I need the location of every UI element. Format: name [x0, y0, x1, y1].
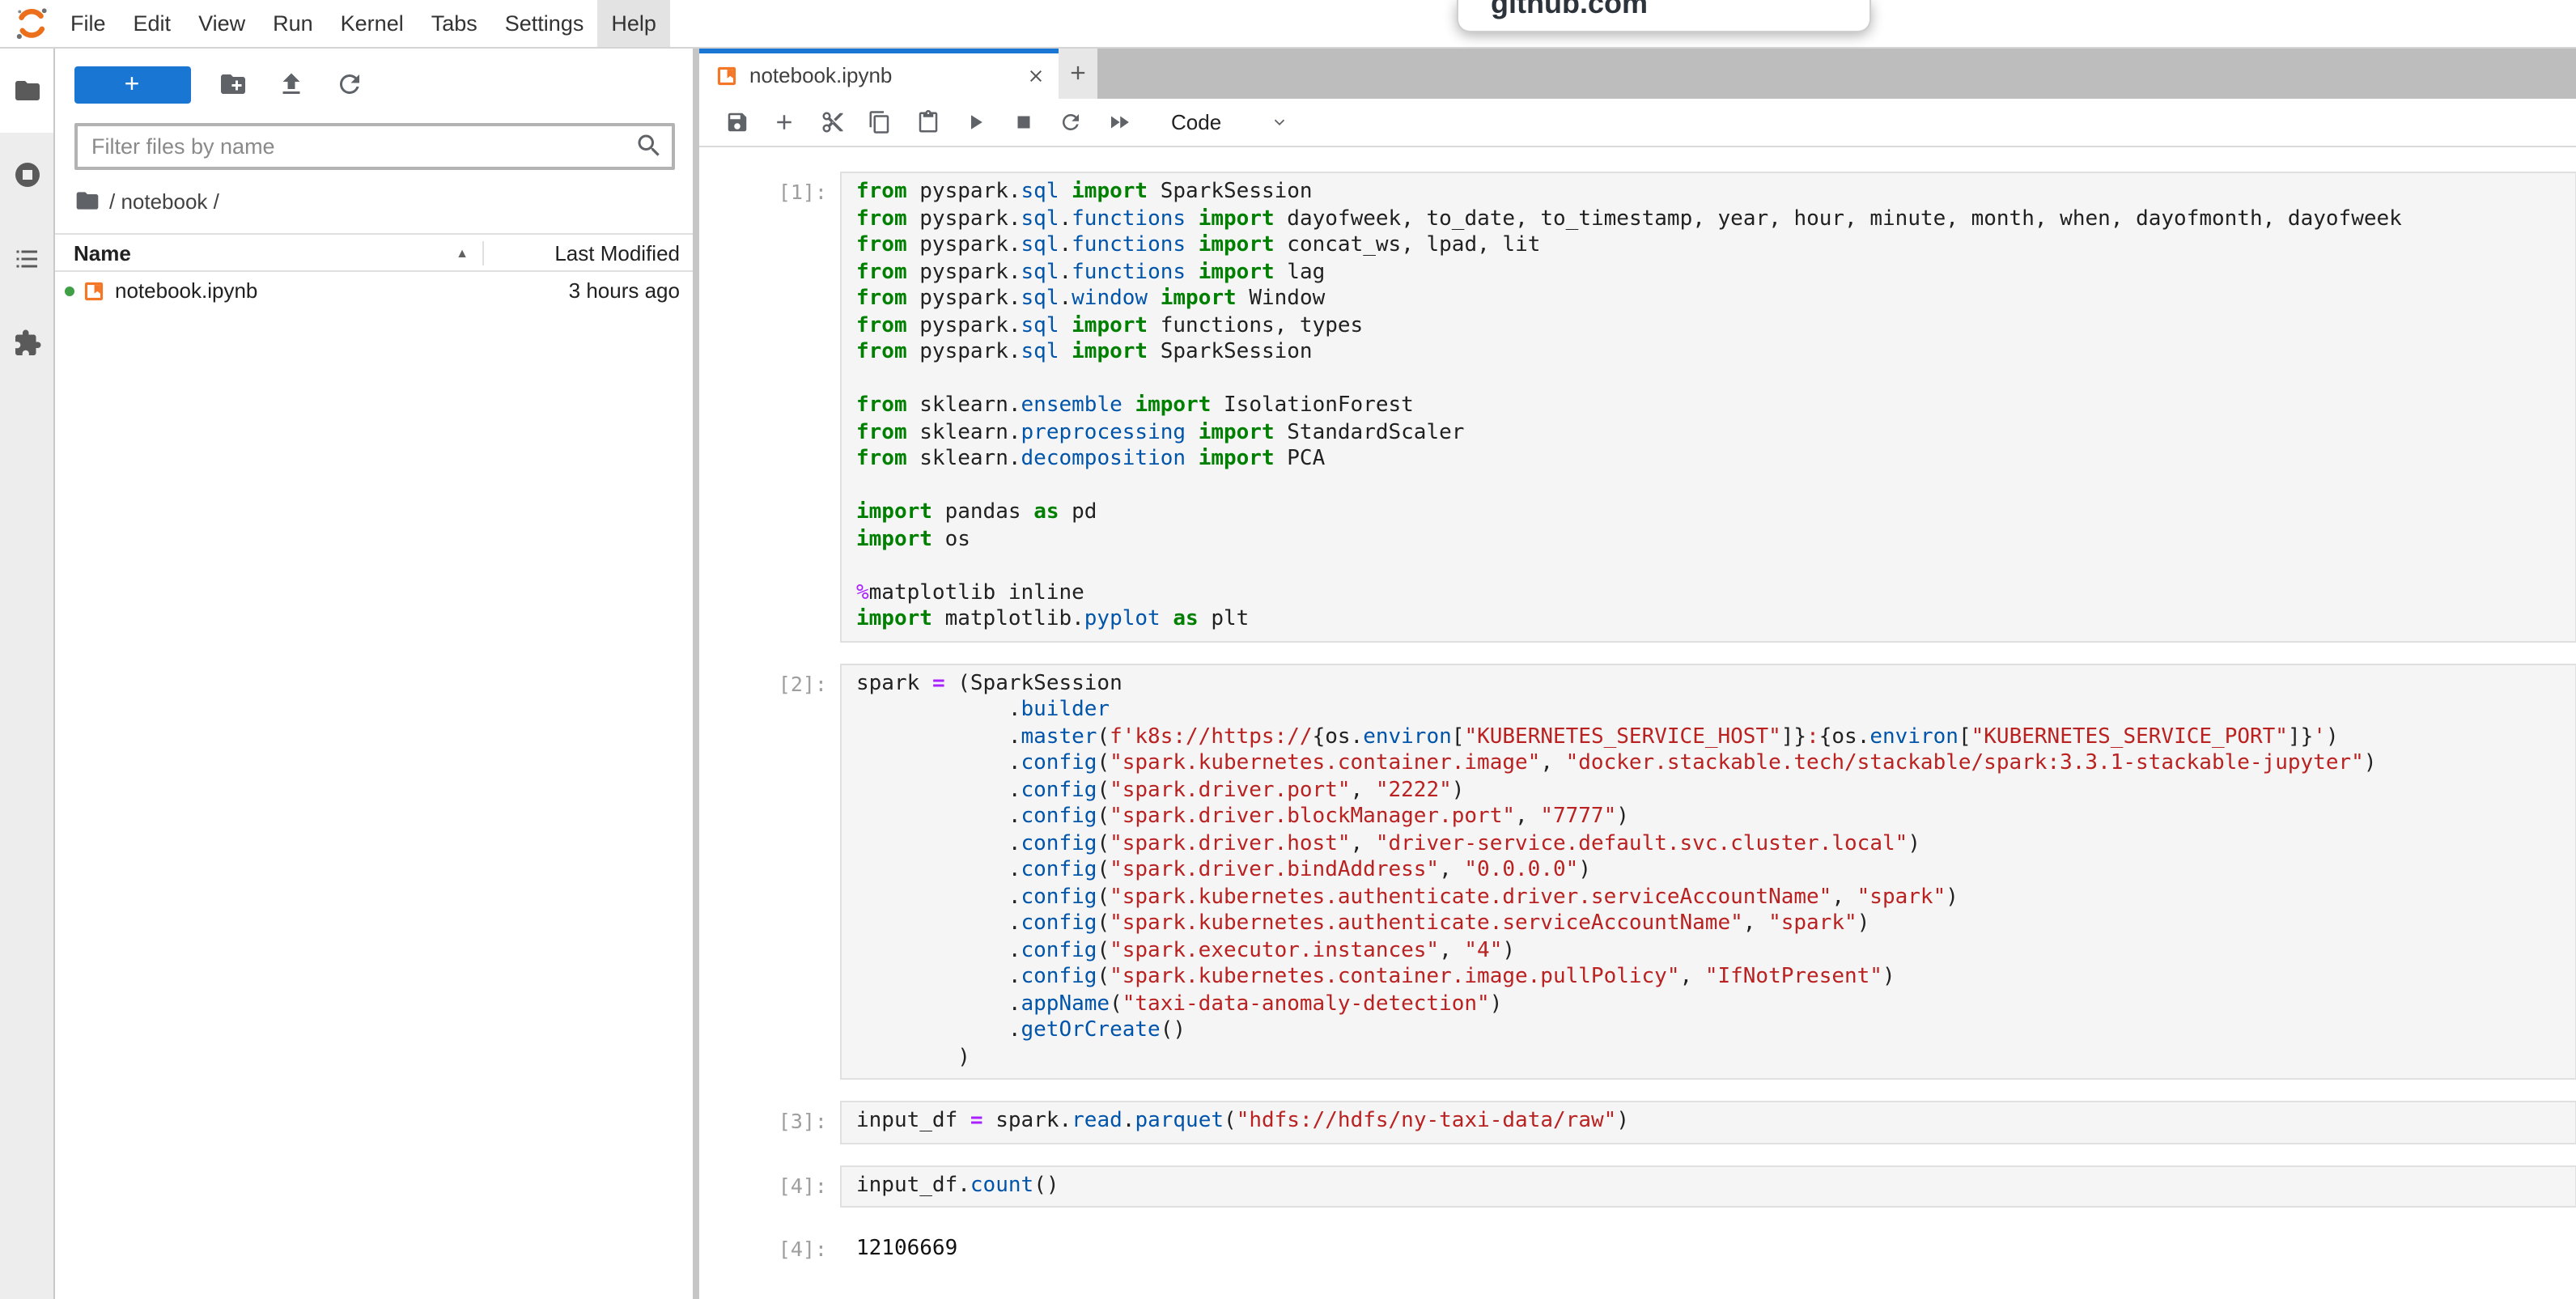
dock-tab-bar: notebook.ipynb: [699, 48, 2576, 98]
filter-files-input[interactable]: [74, 123, 674, 170]
file-row[interactable]: notebook.ipynb 3 hours ago: [55, 272, 693, 309]
sidebar-tab-running[interactable]: [0, 132, 53, 216]
jupyterlab-window: File Edit View Run Kernel Tabs Settings …: [0, 0, 2576, 1299]
sidebar-tab-files[interactable]: [0, 48, 53, 132]
github-popup-text: github.com: [1491, 0, 1648, 18]
menu-bar: File Edit View Run Kernel Tabs Settings …: [0, 0, 2576, 48]
cell-editor[interactable]: input_df.count(): [840, 1165, 2576, 1208]
cell-output-value: 12106669: [840, 1229, 957, 1263]
scissors-icon: [820, 109, 844, 134]
file-browser-toolbar: +: [55, 48, 693, 105]
notebook-cells[interactable]: [1]:from pyspark.sql import SparkSession…: [699, 146, 2576, 1299]
menu-view[interactable]: View: [185, 0, 259, 46]
menu-settings[interactable]: Settings: [491, 0, 598, 46]
breadcrumb[interactable]: / notebook /: [74, 186, 693, 215]
paste-icon: [915, 109, 940, 134]
upload-button[interactable]: [274, 68, 307, 100]
cell-input-prompt: [3]:: [699, 1101, 840, 1144]
file-name: notebook.ipynb: [115, 278, 463, 303]
cell-output: [4]:12106669: [699, 1229, 2576, 1263]
cell-input-prompt: [1]:: [699, 172, 840, 642]
new-folder-icon: [218, 70, 247, 99]
cell-output-prompt: [4]:: [699, 1229, 840, 1263]
chevron-down-icon: [1270, 112, 1288, 130]
plus-icon: [1067, 62, 1089, 84]
stackable-logo-icon: [13, 5, 50, 42]
code-cell[interactable]: [1]:from pyspark.sql import SparkSession…: [699, 172, 2576, 642]
github-popup: github.com: [1457, 0, 1871, 32]
list-icon: [12, 244, 41, 273]
new-tab-button[interactable]: [1059, 48, 1097, 98]
interrupt-kernel-button[interactable]: [1005, 104, 1041, 139]
notebook-file-icon: [83, 279, 105, 302]
new-launcher-button[interactable]: +: [74, 66, 190, 103]
refresh-button[interactable]: [333, 68, 365, 100]
code-cell[interactable]: [3]:input_df = spark.read.parquet("hdfs:…: [699, 1101, 2576, 1144]
menu-file[interactable]: File: [57, 0, 120, 46]
tab-label: notebook.ipynb: [749, 63, 1023, 87]
stop-icon: [1011, 109, 1035, 134]
run-cell-button[interactable]: [957, 104, 993, 139]
cell-input-prompt: [2]:: [699, 663, 840, 1080]
column-header-name[interactable]: Name ▲: [55, 240, 482, 265]
sidebar-tab-extensions[interactable]: [0, 300, 53, 384]
refresh-icon: [334, 70, 363, 99]
panel-splitter[interactable]: [693, 48, 699, 1299]
folder-icon: [12, 75, 41, 104]
sort-ascending-icon: ▲: [456, 245, 469, 260]
run-icon: [963, 109, 987, 134]
tab-close-button[interactable]: [1023, 62, 1049, 88]
fast-forward-icon: [1106, 109, 1131, 134]
add-cell-button[interactable]: [766, 104, 802, 139]
notebook-file-icon: [715, 64, 738, 87]
cut-cell-button[interactable]: [814, 104, 850, 139]
cell-type-dropdown[interactable]: Code: [1171, 109, 1221, 134]
menu-help[interactable]: Help: [597, 0, 670, 46]
save-icon: [724, 109, 749, 134]
paste-cell-button[interactable]: [910, 104, 945, 139]
copy-cell-button[interactable]: [862, 104, 898, 139]
cell-editor[interactable]: spark = (SparkSession .builder .master(f…: [840, 663, 2576, 1080]
notebook-toolbar: Code: [699, 98, 2576, 146]
file-modified: 3 hours ago: [463, 278, 693, 303]
cell-input-prompt: [4]:: [699, 1165, 840, 1208]
puzzle-icon: [12, 328, 41, 357]
menu-kernel[interactable]: Kernel: [327, 0, 418, 46]
stop-circle-icon: [12, 159, 41, 189]
close-icon: [1026, 66, 1046, 85]
restart-icon: [1059, 109, 1083, 134]
code-cell[interactable]: [2]:spark = (SparkSession .builder .mast…: [699, 663, 2576, 1080]
sidebar-tab-toc[interactable]: [0, 216, 53, 300]
upload-icon: [276, 70, 305, 99]
file-list-header: Name ▲ Last Modified: [55, 233, 693, 272]
menu-tabs[interactable]: Tabs: [418, 0, 491, 46]
cell-editor[interactable]: from pyspark.sql import SparkSessionfrom…: [840, 172, 2576, 642]
file-browser-panel: + / notebook /: [55, 48, 693, 1299]
plus-icon: [772, 109, 796, 134]
kernel-running-dot: [65, 286, 74, 295]
folder-icon: [74, 188, 100, 214]
restart-run-all-button[interactable]: [1101, 104, 1136, 139]
copy-icon: [868, 109, 892, 134]
cell-type-dropdown-arrow[interactable]: [1270, 112, 1288, 130]
column-header-modified[interactable]: Last Modified: [482, 240, 693, 265]
dock-panel: notebook.ipynb: [699, 48, 2576, 1299]
breadcrumb-path: / notebook /: [109, 189, 219, 213]
tab-notebook[interactable]: notebook.ipynb: [699, 48, 1059, 98]
save-button[interactable]: [719, 104, 754, 139]
menu-run[interactable]: Run: [259, 0, 327, 46]
search-icon: [634, 131, 663, 160]
new-folder-button[interactable]: [216, 68, 248, 100]
code-cell[interactable]: [4]:input_df.count(): [699, 1165, 2576, 1208]
left-sidebar-strip: [0, 48, 55, 1299]
cell-editor[interactable]: input_df = spark.read.parquet("hdfs://hd…: [840, 1101, 2576, 1144]
menu-edit[interactable]: Edit: [120, 0, 185, 46]
restart-kernel-button[interactable]: [1053, 104, 1089, 139]
